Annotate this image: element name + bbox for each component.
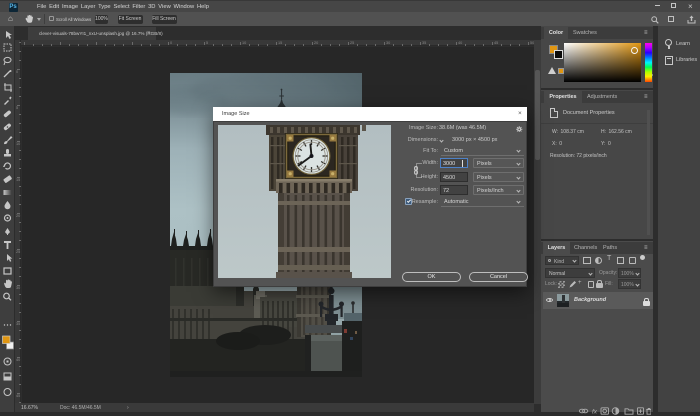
svg-text:fx: fx <box>592 409 598 416</box>
